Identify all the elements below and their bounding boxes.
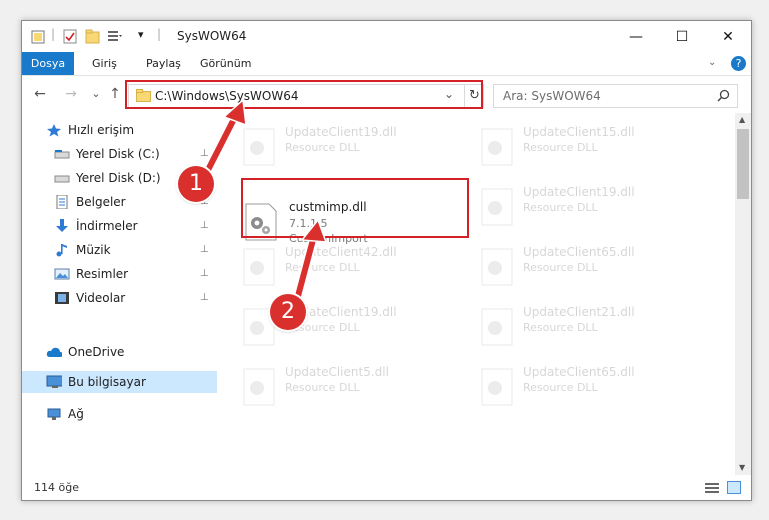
step-badge-2: 2 [270, 294, 306, 330]
callout-arrows [203, 98, 328, 298]
step-badge-1: 1 [178, 166, 214, 202]
